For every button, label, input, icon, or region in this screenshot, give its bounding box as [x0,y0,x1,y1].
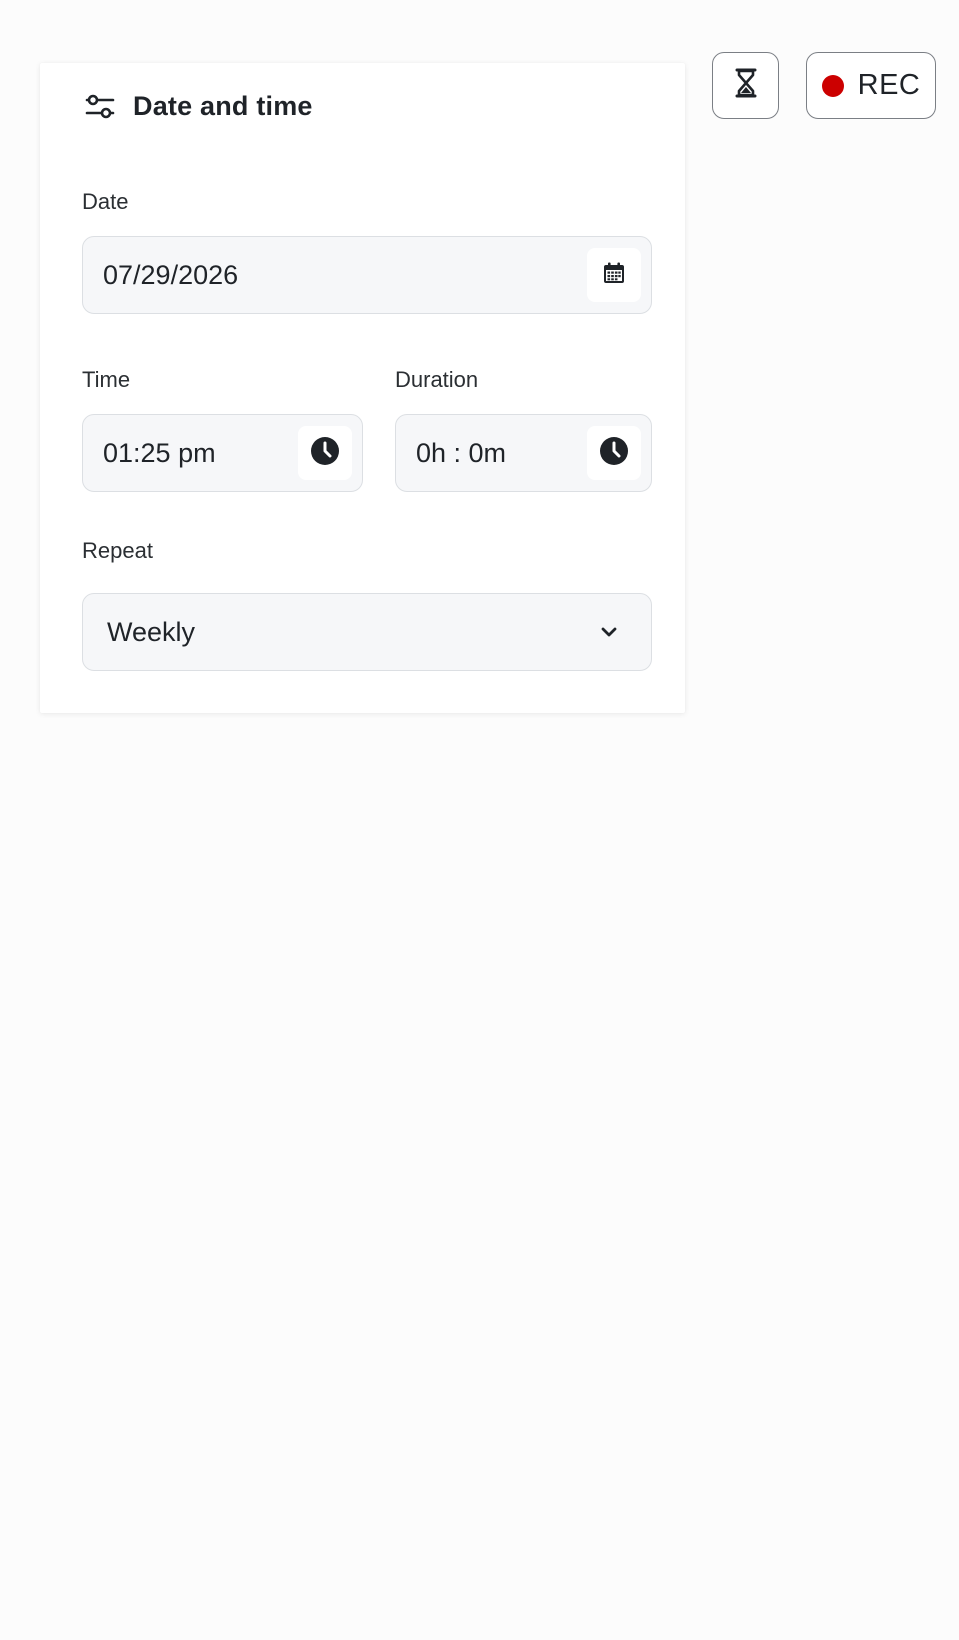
date-field[interactable]: 07/29/2026 [82,236,652,314]
sliders-icon [85,92,115,122]
date-time-panel: Date and time Date 07/29/2026 Time 01:25… [40,63,685,713]
repeat-label: Repeat [82,538,153,563]
repeat-value: Weekly [107,616,196,647]
time-picker-button[interactable] [298,426,352,480]
hourglass-icon [735,68,757,103]
panel-header: Date and time [85,91,313,122]
repeat-select[interactable]: Weekly [82,593,652,671]
date-picker-button[interactable] [587,248,641,302]
duration-picker-button[interactable] [587,426,641,480]
clock-icon [310,436,340,471]
clock-icon [599,436,629,471]
timer-button[interactable] [712,52,779,119]
time-field[interactable]: 01:25 pm [82,414,363,492]
duration-value: 0h : 0m [416,437,507,468]
chevron-down-icon [595,618,623,646]
date-value: 07/29/2026 [103,259,239,290]
panel-title: Date and time [133,91,313,121]
record-dot-icon [821,74,844,97]
duration-label: Duration [395,367,479,392]
duration-field[interactable]: 0h : 0m [395,414,652,492]
calendar-icon [602,261,626,290]
date-label: Date [82,189,129,214]
record-label: REC [857,69,921,101]
time-label: Time [82,367,131,392]
time-value: 01:25 pm [103,437,216,468]
record-button[interactable]: REC [806,52,936,119]
